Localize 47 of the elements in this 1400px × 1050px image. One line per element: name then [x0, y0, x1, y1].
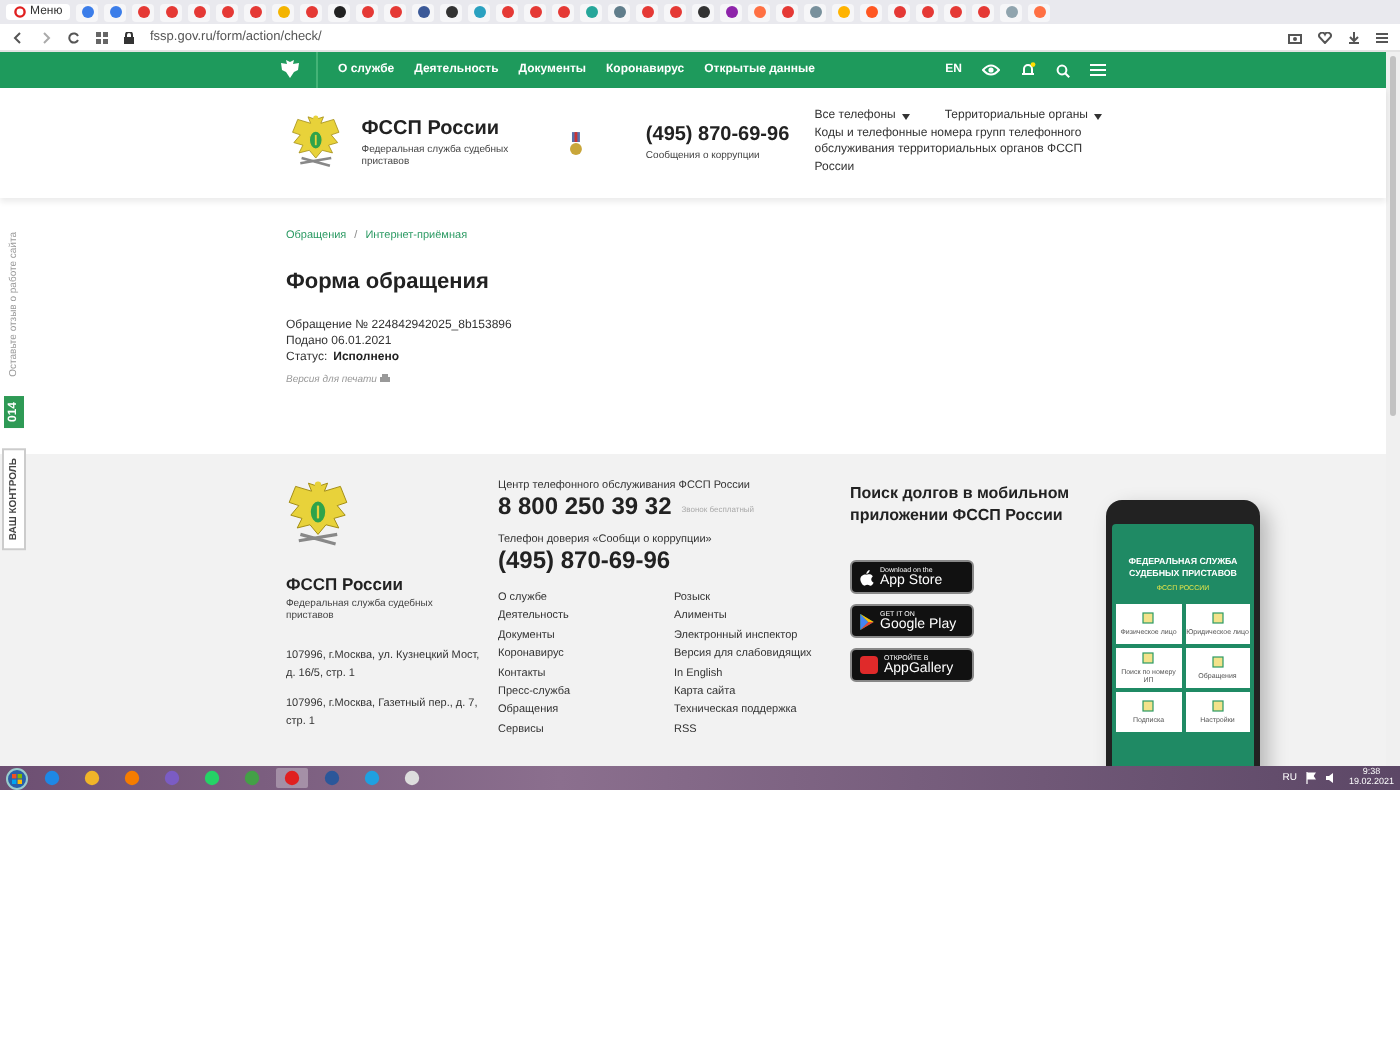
medal-icon	[569, 131, 582, 155]
menu-icon[interactable]	[1376, 31, 1388, 43]
start-button[interactable]	[6, 767, 28, 789]
tile-icon	[1211, 656, 1224, 669]
apple-icon	[860, 569, 874, 586]
hotline-number[interactable]: 8 800 250 39 32	[498, 492, 672, 520]
taskbar-app-icon[interactable]	[84, 770, 100, 786]
heart-icon[interactable]	[1318, 31, 1332, 43]
flag-icon[interactable]	[1306, 772, 1317, 784]
forward-icon[interactable]	[40, 31, 52, 43]
caret-icon	[901, 113, 910, 120]
printer-icon	[380, 374, 391, 385]
taskbar-app-icon[interactable]	[124, 770, 140, 786]
caret-icon	[1094, 113, 1102, 120]
browser-tab[interactable]	[720, 3, 743, 21]
app-promo-title: Поиск долгов в мобильном приложении ФССП России	[850, 482, 1072, 527]
tile-icon	[1142, 700, 1155, 713]
eye-icon[interactable]	[982, 64, 1000, 76]
browser-tab[interactable]	[692, 3, 715, 21]
back-icon[interactable]	[12, 31, 24, 43]
emblem-drawing	[290, 113, 342, 173]
browser-tab[interactable]	[440, 3, 463, 21]
trust-line-number[interactable]: (495) 870-69-96	[498, 546, 834, 574]
taskbar-app-icon[interactable]	[404, 770, 420, 786]
organization-name: ФССП России	[286, 573, 405, 594]
browser-tab[interactable]	[328, 3, 351, 21]
download-icon[interactable]	[1348, 31, 1360, 43]
speaker-icon[interactable]	[1326, 772, 1339, 784]
camera-icon[interactable]	[1288, 31, 1302, 43]
reload-icon[interactable]	[68, 31, 80, 43]
tile-icon	[1142, 652, 1155, 665]
tile-icon	[1211, 700, 1224, 713]
tile-icon	[1211, 612, 1224, 625]
phone-number[interactable]: (495) 870-69-96	[645, 124, 795, 146]
bell-icon[interactable]	[1020, 62, 1036, 78]
browser-logo-icon	[14, 6, 26, 18]
scrollbar-thumb[interactable]	[1390, 56, 1396, 416]
browser-tab[interactable]	[412, 3, 435, 21]
page-title: Форма обращения	[286, 270, 491, 294]
eagle-icon[interactable]	[280, 60, 300, 80]
taskbar-app-icon[interactable]	[204, 770, 220, 786]
tile-icon	[1142, 612, 1155, 625]
lock-icon	[124, 31, 134, 43]
search-icon[interactable]	[1056, 63, 1070, 77]
organization-name[interactable]: ФССП России	[361, 117, 540, 139]
grid-icon[interactable]	[96, 31, 108, 43]
play-triangle-icon	[860, 613, 874, 630]
